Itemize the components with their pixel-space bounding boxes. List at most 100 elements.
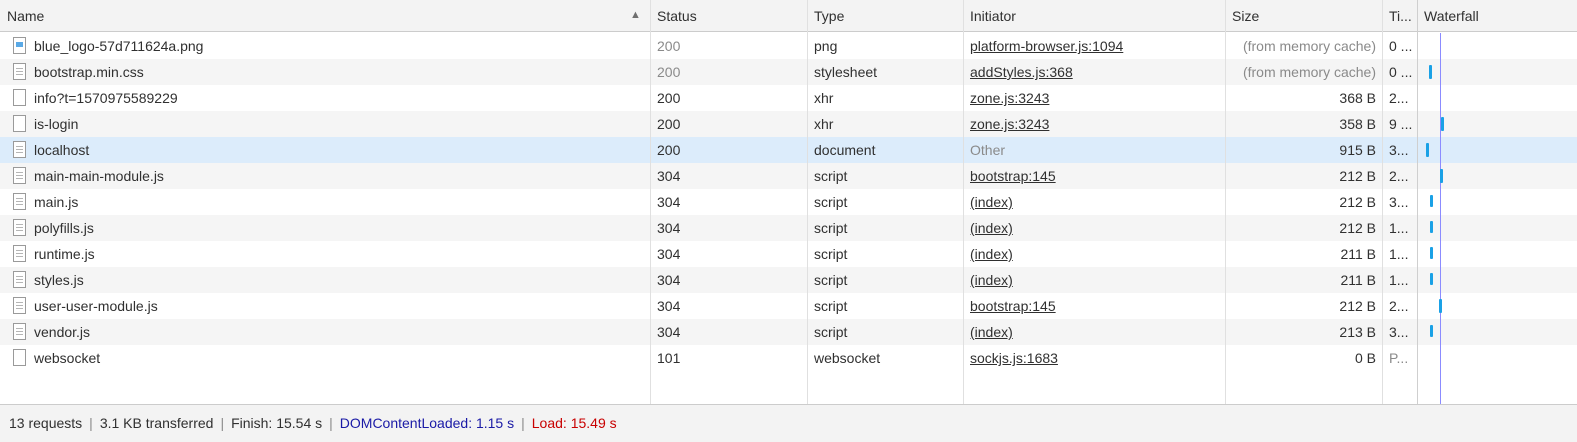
request-time: 2... [1389, 298, 1409, 314]
column-header-waterfall[interactable]: Waterfall [1417, 0, 1577, 32]
request-initiator[interactable]: zone.js:3243 [970, 90, 1049, 106]
request-initiator[interactable]: sockjs.js:1683 [970, 350, 1058, 366]
column-header-initiator[interactable]: Initiator [963, 0, 1225, 32]
waterfall-bar[interactable] [1430, 273, 1433, 285]
request-row[interactable]: styles.js 304 script (index) 211 B 1... [0, 267, 1577, 293]
request-row[interactable]: polyfills.js 304 script (index) 212 B 1... [0, 215, 1577, 241]
request-time-cell: 3... [1382, 137, 1417, 163]
request-name-cell[interactable]: blue_logo-57d711624a.png [0, 33, 650, 59]
request-status-cell: 304 [650, 319, 807, 345]
request-row[interactable]: main.js 304 script (index) 212 B 3... [0, 189, 1577, 215]
request-type: xhr [814, 116, 834, 132]
request-name-cell[interactable]: styles.js [0, 267, 650, 293]
request-name: websocket [34, 350, 101, 366]
request-initiator-cell: zone.js:3243 [963, 111, 1225, 137]
request-time: 0 ... [1389, 38, 1413, 54]
request-name-cell[interactable]: user-user-module.js [0, 293, 650, 319]
request-row[interactable]: localhost 200 document Other 915 B 3... [0, 137, 1577, 163]
request-row[interactable]: is-login 200 xhr zone.js:3243 358 B 9 ... [0, 111, 1577, 137]
request-initiator[interactable]: (index) [970, 246, 1013, 262]
column-header-status[interactable]: Status [650, 0, 807, 32]
request-name: polyfills.js [34, 220, 94, 236]
request-name: info?t=1570975589229 [34, 90, 178, 106]
request-name-cell[interactable]: main.js [0, 189, 650, 215]
separator: | [89, 415, 93, 431]
request-time-cell: 9 ... [1382, 111, 1417, 137]
request-name-cell[interactable]: localhost [0, 137, 650, 163]
blank-file-icon [13, 115, 26, 132]
column-header-size[interactable]: Size [1225, 0, 1382, 32]
request-row[interactable]: main-main-module.js 304 script bootstrap:14… [0, 163, 1577, 189]
request-initiator-cell: (index) [963, 215, 1225, 241]
request-initiator[interactable]: bootstrap:145 [970, 298, 1056, 314]
request-initiator[interactable]: (index) [970, 194, 1013, 210]
request-status: 304 [657, 324, 681, 340]
request-name-cell[interactable]: is-login [0, 111, 650, 137]
request-initiator[interactable]: bootstrap:145 [970, 168, 1056, 184]
waterfall-bar[interactable] [1426, 143, 1429, 157]
request-size: 0 B [1354, 350, 1376, 366]
request-time-cell: 2... [1382, 85, 1417, 111]
request-time-cell: 2... [1382, 163, 1417, 189]
request-type: png [814, 38, 838, 54]
request-status: 304 [657, 220, 681, 236]
column-header-name[interactable]: Name [0, 0, 650, 32]
request-initiator[interactable]: zone.js:3243 [970, 116, 1049, 132]
column-divider[interactable] [1417, 0, 1418, 404]
request-initiator-cell: zone.js:3243 [963, 85, 1225, 111]
request-name-cell[interactable]: websocket [0, 345, 650, 371]
waterfall-bar[interactable] [1430, 247, 1433, 259]
column-divider[interactable] [963, 0, 964, 404]
request-type-cell: script [807, 163, 963, 189]
request-status-cell: 304 [650, 293, 807, 319]
column-header-time[interactable]: Ti... [1382, 0, 1417, 32]
request-type-cell: script [807, 267, 963, 293]
request-name: localhost [34, 142, 90, 158]
column-divider[interactable] [650, 0, 651, 404]
waterfall-bar[interactable] [1439, 299, 1442, 313]
column-divider[interactable] [1382, 0, 1383, 404]
request-row[interactable]: blue_logo-57d711624a.png 200 png platform-b… [0, 33, 1577, 59]
waterfall-bar[interactable] [1430, 221, 1433, 233]
request-initiator[interactable]: (index) [970, 220, 1013, 236]
request-time: 9 ... [1389, 116, 1413, 132]
request-initiator[interactable]: addStyles.js:368 [970, 64, 1073, 80]
request-size: 213 B [1339, 324, 1376, 340]
request-time-cell: 0 ... [1382, 33, 1417, 59]
request-name-cell[interactable]: bootstrap.min.css [0, 59, 650, 85]
waterfall-bar[interactable] [1429, 65, 1432, 79]
request-name: blue_logo-57d711624a.png [34, 38, 204, 54]
waterfall-bar[interactable] [1441, 117, 1444, 131]
request-size-cell: 211 B [1225, 267, 1382, 293]
request-row[interactable]: info?t=1570975589229 200 xhr zone.js:3243 36… [0, 85, 1577, 111]
request-size-cell: 211 B [1225, 241, 1382, 267]
request-row[interactable]: bootstrap.min.css 200 stylesheet addStyles.… [0, 59, 1577, 85]
request-type-cell: websocket [807, 345, 963, 371]
request-name-cell[interactable]: main-main-module.js [0, 163, 650, 189]
request-row[interactable]: websocket 101 websocket sockjs.js:1683 0 B P.… [0, 345, 1577, 371]
waterfall-bar[interactable] [1430, 195, 1433, 207]
request-type: script [814, 194, 848, 210]
column-header-type[interactable]: Type [807, 0, 963, 32]
column-divider[interactable] [1225, 0, 1226, 404]
request-name: bootstrap.min.css [34, 64, 144, 80]
request-name-cell[interactable]: runtime.js [0, 241, 650, 267]
request-name-cell[interactable]: polyfills.js [0, 215, 650, 241]
request-initiator[interactable]: platform-browser.js:1094 [970, 38, 1123, 54]
request-name: styles.js [34, 272, 84, 288]
request-time-cell: 2... [1382, 293, 1417, 319]
request-initiator[interactable]: (index) [970, 272, 1013, 288]
request-row[interactable]: user-user-module.js 304 script bootstrap:14… [0, 293, 1577, 319]
request-row[interactable]: vendor.js 304 script (index) 213 B 3... [0, 319, 1577, 345]
waterfall-bar[interactable] [1430, 325, 1433, 337]
request-row[interactable]: runtime.js 304 script (index) 211 B 1... [0, 241, 1577, 267]
request-time: 2... [1389, 168, 1409, 184]
request-name-cell[interactable]: info?t=1570975589229 [0, 85, 650, 111]
waterfall-bar[interactable] [1440, 169, 1443, 183]
column-divider[interactable] [807, 0, 808, 404]
request-name-cell[interactable]: vendor.js [0, 319, 650, 345]
request-type: script [814, 168, 848, 184]
request-count: 13 requests [9, 415, 83, 431]
request-initiator[interactable]: (index) [970, 324, 1013, 340]
request-size: 368 B [1339, 90, 1376, 106]
